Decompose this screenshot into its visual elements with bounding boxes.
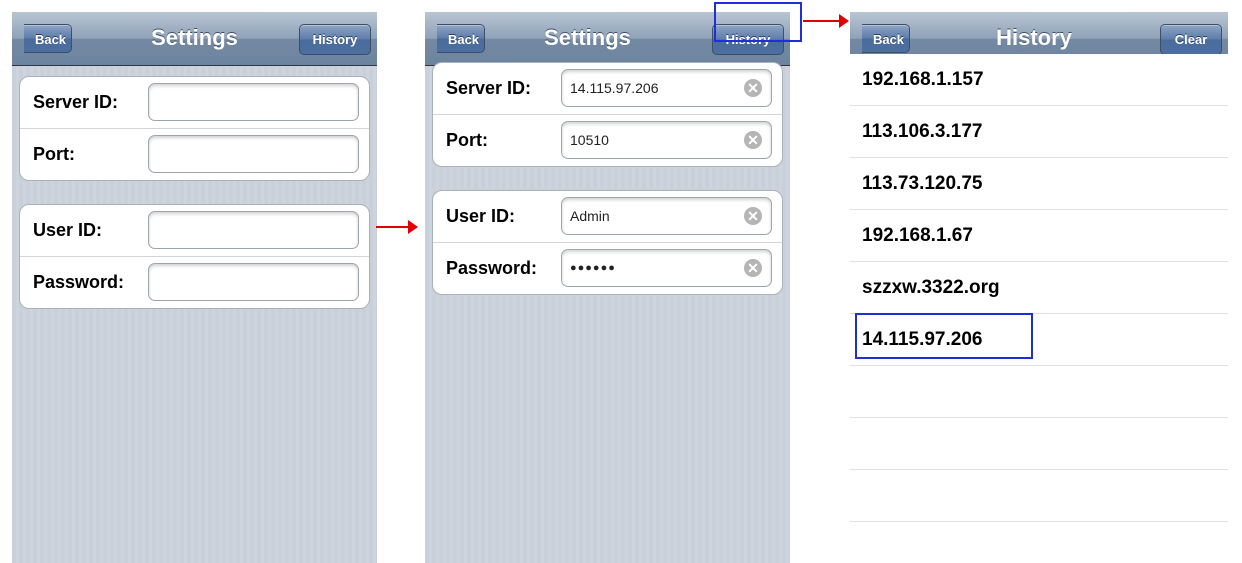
server-group: Server ID: Port: [19,76,370,181]
history-screen: Back History Clear 192.168.1.157 113.106… [850,12,1228,563]
list-item[interactable]: 113.73.120.75 [850,158,1228,210]
server-id-label: Server ID: [446,78,532,98]
server-id-row: Server ID: [20,77,369,129]
server-group: Server ID: 14.115.97.206 ✕ Port: 10510 ✕ [432,62,783,167]
password-row: Password: ●●●●●● ✕ [433,243,782,294]
server-id-field[interactable] [148,83,359,121]
clear-field-icon[interactable]: ✕ [744,207,762,225]
user-id-value: Admin [570,208,610,224]
list-item[interactable]: 192.168.1.157 [850,54,1228,106]
history-entry: 113.73.120.75 [862,173,983,194]
password-field[interactable] [148,263,359,301]
user-id-row: User ID: [20,205,369,257]
list-item[interactable] [850,366,1228,418]
port-field[interactable]: 10510 ✕ [561,121,772,159]
settings-content: Server ID: 14.115.97.206 ✕ Port: 10510 ✕… [425,62,790,563]
server-id-label: Server ID: [33,92,119,112]
history-entry: 192.168.1.67 [862,225,973,246]
arrow-right-icon [376,220,418,234]
user-id-row: User ID: Admin ✕ [433,191,782,243]
password-row: Password: [20,257,369,308]
history-button[interactable]: History [299,24,371,55]
list-item[interactable] [850,418,1228,470]
user-group: User ID: Password: [19,204,370,309]
user-id-field[interactable]: Admin ✕ [561,197,772,235]
user-id-field[interactable] [148,211,359,249]
navigation-bar: Back Settings History [12,12,377,66]
history-entry: 192.168.1.157 [862,69,984,90]
port-row: Port: 10510 ✕ [433,115,782,166]
user-group: User ID: Admin ✕ Password: ●●●●●● ✕ [432,190,783,295]
port-label: Port: [446,130,488,150]
port-row: Port: [20,129,369,180]
entry-highlight-box [855,313,1033,359]
clear-field-icon[interactable]: ✕ [744,79,762,97]
settings-content: Server ID: Port: User ID: Password: [12,66,377,563]
clear-field-icon[interactable]: ✕ [744,259,762,277]
user-id-label: User ID: [446,206,516,226]
server-id-value: 14.115.97.206 [570,80,659,96]
history-highlight-box [714,2,802,42]
list-item[interactable]: 113.106.3.177 [850,106,1228,158]
arrow-right-icon [803,14,849,28]
port-label: Port: [33,144,75,164]
server-id-field[interactable]: 14.115.97.206 ✕ [561,69,772,107]
clear-button[interactable]: Clear [1160,24,1222,55]
history-entry: 113.106.3.177 [862,121,983,142]
server-id-row: Server ID: 14.115.97.206 ✕ [433,63,782,115]
settings-screen-empty: Back Settings History Server ID: Port: U… [12,12,377,563]
user-id-label: User ID: [33,220,103,240]
password-label: Password: [446,258,538,278]
password-label: Password: [33,272,125,292]
list-item[interactable]: 192.168.1.67 [850,210,1228,262]
password-value: ●●●●●● [570,262,616,274]
list-item[interactable]: szzxw.3322.org [850,262,1228,314]
list-item[interactable] [850,470,1228,522]
port-field[interactable] [148,135,359,173]
password-field[interactable]: ●●●●●● ✕ [561,249,772,287]
clear-field-icon[interactable]: ✕ [744,131,762,149]
history-entry: szzxw.3322.org [862,277,1000,298]
history-list: 192.168.1.157 113.106.3.177 113.73.120.7… [850,54,1228,563]
settings-screen-filled: Back Settings History Server ID: 14.115.… [425,12,790,563]
port-value: 10510 [570,132,609,148]
